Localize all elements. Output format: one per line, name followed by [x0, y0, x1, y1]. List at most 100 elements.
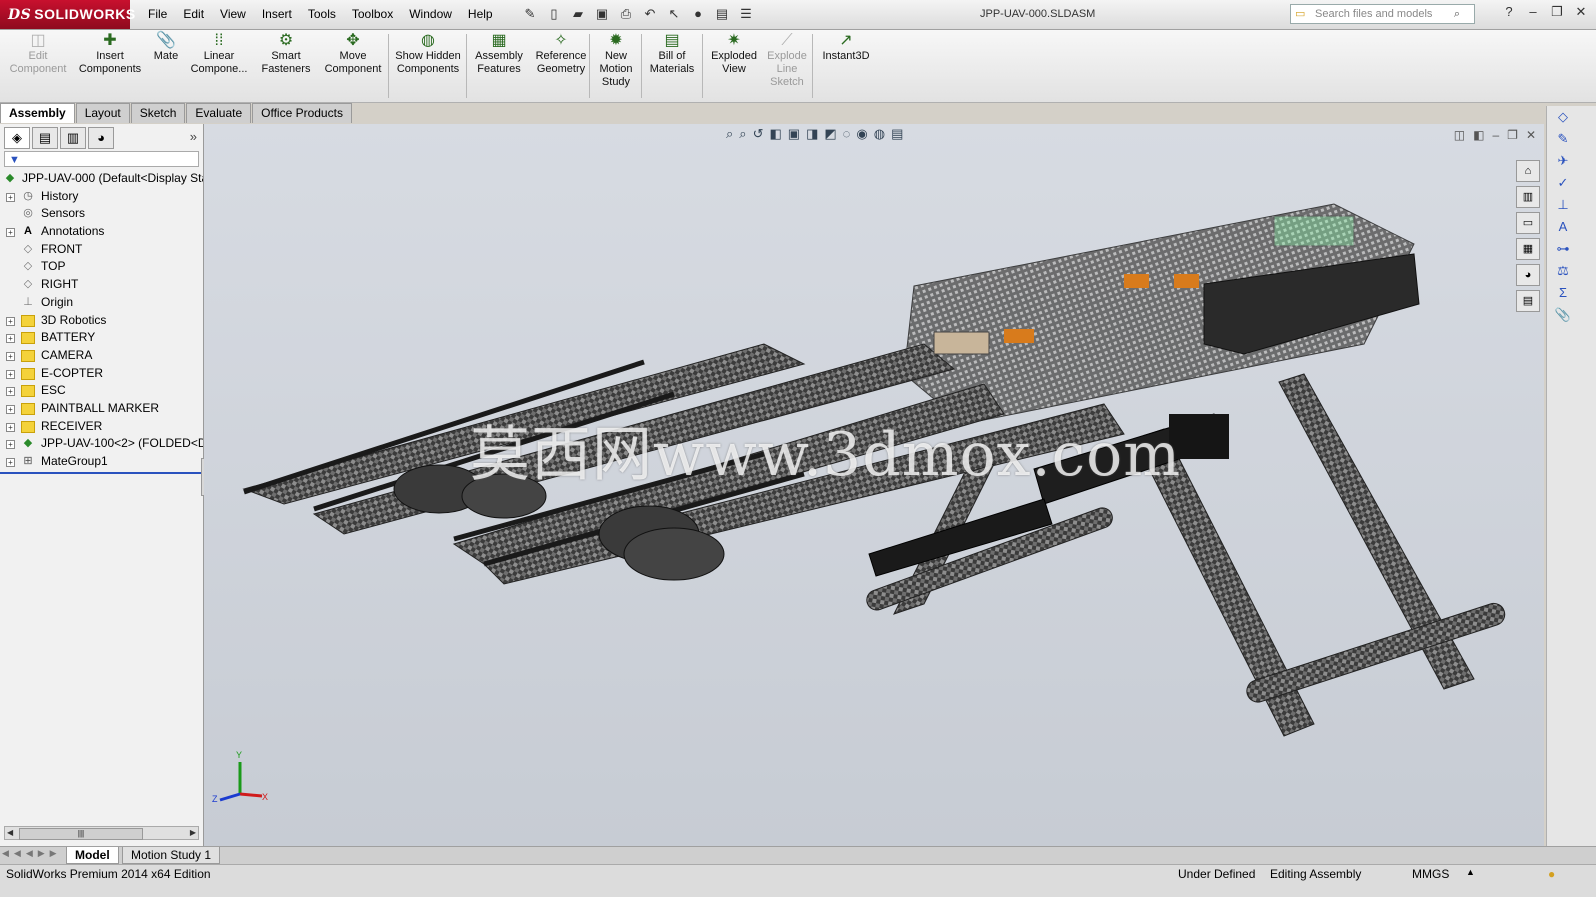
expand-icon[interactable]: + [6, 228, 15, 238]
tree-item-folder[interactable]: +3D Robotics [0, 312, 203, 330]
tree-item-folder[interactable]: + RECEIVER [0, 418, 203, 436]
assembly-features-button[interactable]: ▦ Assembly Features [470, 32, 528, 76]
tree-item-mategroup[interactable]: + ⊞ MateGroup1 [0, 453, 203, 471]
restore-icon[interactable]: ❐ [1548, 4, 1566, 20]
scroll-left-icon[interactable]: ◀ [7, 827, 13, 839]
text-icon[interactable]: A [1553, 216, 1573, 238]
expand-icon[interactable]: + [6, 334, 15, 344]
tab-layout[interactable]: Layout [75, 103, 130, 123]
linear-pattern-button[interactable]: ⁞⁞ Linear Compone... [186, 32, 252, 76]
insert-components-button[interactable]: ✚ Insert Components [74, 32, 146, 76]
save-icon[interactable]: ▣ [592, 4, 612, 24]
graphics-viewport[interactable]: ⌕ ⌕ ↺ ◧ ▣ ◨ ◩ ◌ ◉ ◍ ▤ ◫ ◧ – ❐ ✕ Y X Z 莫西… [204, 124, 1544, 846]
tab-office-products[interactable]: Office Products [252, 103, 352, 123]
tree-item-folder[interactable]: + BATTERY [0, 329, 203, 347]
search-icon[interactable]: ⌕ [1454, 5, 1460, 23]
options-icon[interactable]: ☰ [736, 4, 756, 24]
expand-icon[interactable]: + [6, 192, 15, 202]
mate-button[interactable]: 📎 Mate [150, 32, 182, 63]
move-component-button[interactable]: ✥ Move Component [320, 32, 386, 76]
exploded-view-button[interactable]: ✷ Exploded View [706, 32, 762, 76]
tree-item-history[interactable]: + ◷ History [0, 188, 203, 206]
close-icon[interactable]: ✕ [1572, 4, 1590, 20]
print-icon[interactable]: ⎙ [616, 4, 636, 24]
file-properties-icon[interactable]: ▤ [712, 4, 732, 24]
expand-icon[interactable]: + [6, 387, 15, 397]
mass-properties-icon[interactable]: ⚖ [1553, 260, 1573, 282]
tree-item-folder[interactable]: + ESC [0, 382, 203, 400]
expand-chevron-icon[interactable]: » [190, 129, 197, 144]
menu-edit[interactable]: Edit [175, 0, 212, 29]
attach-icon[interactable]: 📎 [1553, 304, 1573, 326]
smart-fasteners-button[interactable]: ⚙ Smart Fasteners [256, 32, 316, 76]
tree-horizontal-scrollbar[interactable]: ◀ ||| ▶ [4, 826, 199, 840]
tab-navigation-icons[interactable]: ◀◀◀▶▶ [2, 848, 62, 859]
property-manager-tab-icon[interactable]: ▤ [32, 127, 58, 149]
expand-icon[interactable]: + [6, 351, 15, 361]
appearances-icon[interactable]: ◕ [1516, 264, 1540, 286]
solidworks-resources-icon[interactable]: ⌂ [1516, 160, 1540, 182]
tree-item-folder[interactable]: + E-COPTER [0, 365, 203, 383]
tree-item-origin[interactable]: ⊥ Origin [0, 294, 203, 312]
help-icon[interactable]: ? [1500, 4, 1518, 20]
check-icon[interactable]: ✓ [1553, 172, 1573, 194]
bill-of-materials-button[interactable]: ▤ Bill of Materials [645, 32, 699, 76]
tree-item-folder[interactable]: + PAINTBALL MARKER [0, 400, 203, 418]
display-manager-tab-icon[interactable]: ◕ [88, 127, 114, 149]
configuration-manager-tab-icon[interactable]: ▥ [60, 127, 86, 149]
edit-component-button[interactable]: ◫ Edit Component [6, 32, 70, 76]
equations-icon[interactable]: Σ [1553, 282, 1573, 304]
sketch-tools-icon[interactable]: ⊥ [1553, 194, 1573, 216]
rebuild-icon[interactable]: ● [688, 4, 708, 24]
custom-properties-icon[interactable]: ▤ [1516, 290, 1540, 312]
tree-filter-input[interactable]: ▼ [4, 151, 199, 167]
undo-icon[interactable]: ↶ [640, 4, 660, 24]
status-units[interactable]: MMGS [1412, 867, 1449, 881]
scroll-right-icon[interactable]: ▶ [190, 827, 196, 839]
feature-tree-tab-icon[interactable]: ◈ [4, 127, 30, 149]
expand-icon[interactable]: + [6, 458, 15, 467]
rebuild-status-icon[interactable]: ● [1548, 867, 1555, 881]
tree-root-assembly[interactable]: ◆ JPP-UAV-000 (Default<Display Sta [0, 170, 203, 188]
new-motion-study-button[interactable]: ✹ New Motion Study [594, 32, 638, 89]
tree-item-folder[interactable]: + CAMERA [0, 347, 203, 365]
menu-file[interactable]: File [140, 0, 175, 29]
tree-item-sensors[interactable]: ◎ Sensors [0, 205, 203, 223]
measure-icon[interactable]: ⊶ [1553, 238, 1573, 260]
smart-dimension-icon[interactable]: ◇ [1553, 106, 1573, 128]
file-explorer-icon[interactable]: ▭ [1516, 212, 1540, 234]
menu-view[interactable]: View [212, 0, 254, 29]
solidworks-logo[interactable]: DS SOLIDWORKS [0, 0, 135, 29]
tab-sketch[interactable]: Sketch [130, 103, 186, 123]
tab-motion-study[interactable]: Motion Study 1 [122, 847, 221, 864]
units-dropdown-icon[interactable]: ▲ [1466, 867, 1475, 877]
search-input[interactable]: ▭ Search files and models ⌕ [1290, 4, 1475, 24]
expand-icon[interactable]: + [6, 316, 15, 326]
show-hidden-button[interactable]: ◍ Show Hidden Components [392, 32, 464, 76]
tab-assembly[interactable]: Assembly [0, 103, 75, 123]
scroll-thumb[interactable]: ||| [19, 828, 143, 840]
sketch-icon[interactable]: ✎ [1553, 128, 1573, 150]
menu-window[interactable]: Window [401, 0, 460, 29]
tab-evaluate[interactable]: Evaluate [186, 103, 252, 123]
select-icon[interactable]: ↖ [664, 4, 684, 24]
tree-item-annotations[interactable]: + A Annotations [0, 223, 203, 241]
reference-geometry-button[interactable]: ✧ Reference Geometry [530, 32, 592, 76]
tree-item-top-plane[interactable]: ◇ TOP [0, 258, 203, 276]
menu-help[interactable]: Help [460, 0, 501, 29]
view-palette-icon[interactable]: ▦ [1516, 238, 1540, 260]
instant3d-button[interactable]: ↗ Instant3D [816, 32, 876, 63]
menu-toolbox[interactable]: Toolbox [344, 0, 401, 29]
pin-icon[interactable]: ✎ [520, 4, 540, 24]
tab-model[interactable]: Model [66, 847, 119, 864]
tree-item-front-plane[interactable]: ◇ FRONT [0, 241, 203, 259]
expand-icon[interactable]: + [6, 369, 15, 379]
reference-icon[interactable]: ✈ [1553, 150, 1573, 172]
menu-tools[interactable]: Tools [300, 0, 344, 29]
expand-icon[interactable]: + [6, 422, 15, 432]
new-document-icon[interactable]: ▯ [544, 4, 564, 24]
minimize-icon[interactable]: – [1524, 4, 1542, 20]
expand-icon[interactable]: + [6, 440, 15, 450]
tree-item-right-plane[interactable]: ◇ RIGHT [0, 276, 203, 294]
expand-icon[interactable]: + [6, 404, 15, 414]
